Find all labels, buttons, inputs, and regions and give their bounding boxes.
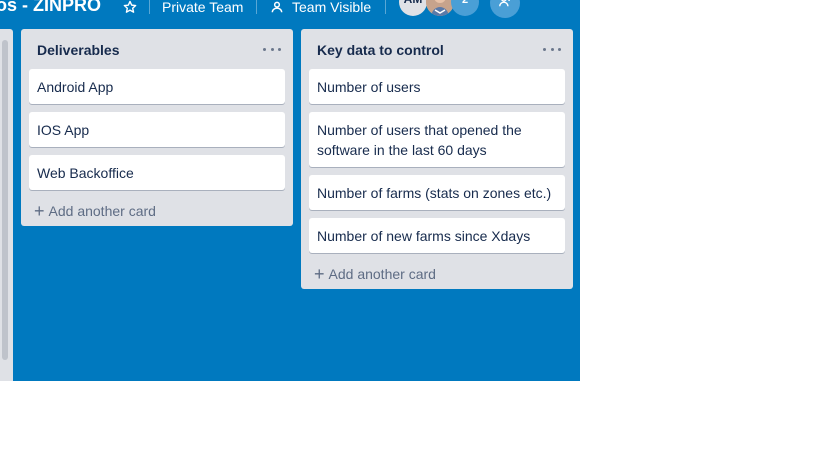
- invite-member-button[interactable]: [490, 0, 520, 18]
- list-menu-icon[interactable]: [543, 41, 561, 57]
- add-card-label: Add another card: [48, 203, 156, 219]
- team-button[interactable]: Private Team: [162, 0, 243, 18]
- team-label: Private Team: [162, 0, 244, 15]
- list-header[interactable]: Deliverables: [21, 29, 293, 69]
- member-avatar[interactable]: AM: [399, 0, 427, 16]
- board-header: os - ZINPRO Private Team Team Visible AM: [0, 0, 580, 20]
- member-initials: AM: [404, 0, 423, 6]
- card[interactable]: Number of farms (stats on zones etc.): [309, 175, 565, 210]
- header-divider: [149, 0, 150, 14]
- board-title[interactable]: os - ZINPRO: [0, 0, 101, 16]
- member-photo-avatar[interactable]: [426, 0, 454, 16]
- card[interactable]: IOS App: [29, 112, 285, 147]
- add-card-button[interactable]: + Add another card: [309, 259, 565, 289]
- member-overflow-count: 2: [461, 0, 469, 6]
- card[interactable]: Number of users that opened the software…: [309, 112, 565, 167]
- card[interactable]: Number of new farms since Xdays: [309, 218, 565, 253]
- star-board-button[interactable]: [122, 0, 138, 18]
- list-deliverables: Deliverables Android App IOS App Web Bac…: [21, 29, 293, 226]
- list-title[interactable]: Key data to control: [317, 42, 444, 58]
- add-card-button[interactable]: + Add another card: [29, 196, 285, 226]
- visibility-button[interactable]: Team Visible: [270, 0, 371, 18]
- list-header[interactable]: Key data to control: [301, 29, 573, 69]
- more-members-badge[interactable]: 2: [451, 0, 479, 16]
- team-icon: [271, 1, 283, 13]
- list-title[interactable]: Deliverables: [37, 42, 120, 58]
- card[interactable]: Android App: [29, 69, 285, 104]
- plus-icon: +: [34, 201, 45, 221]
- list-scrollbar[interactable]: [2, 40, 8, 360]
- header-divider: [385, 0, 386, 14]
- list-menu-icon[interactable]: [263, 41, 281, 57]
- board: os - ZINPRO Private Team Team Visible AM: [0, 0, 580, 381]
- list-key-data-to-control: Key data to control Number of users Numb…: [301, 29, 573, 289]
- plus-icon: +: [314, 264, 325, 284]
- add-card-label: Add another card: [328, 266, 436, 282]
- card[interactable]: Number of users: [309, 69, 565, 104]
- header-divider: [256, 0, 257, 14]
- card[interactable]: Web Backoffice: [29, 155, 285, 190]
- add-member-icon: [499, 0, 510, 7]
- star-icon: [123, 0, 137, 13]
- avatar-photo-icon: [426, 0, 454, 16]
- visibility-label: Team Visible: [292, 0, 372, 15]
